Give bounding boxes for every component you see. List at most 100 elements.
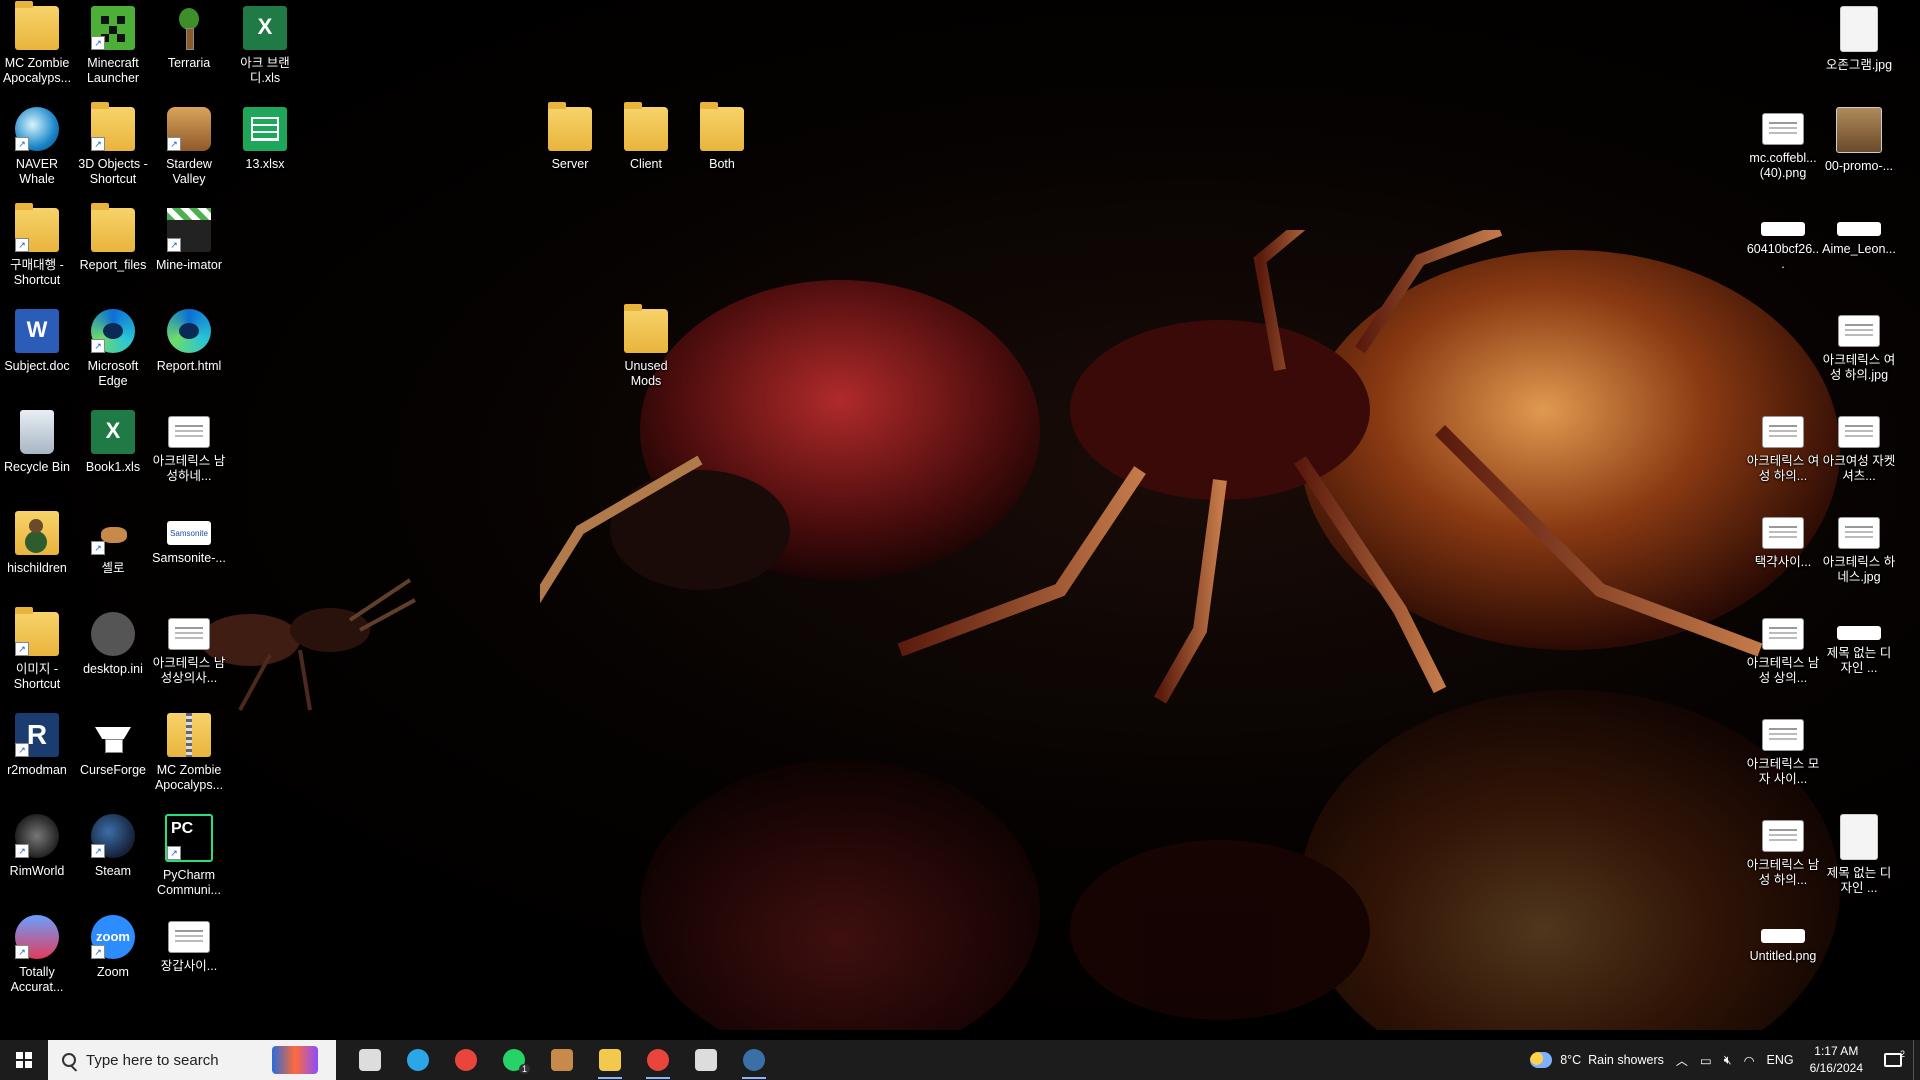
folder-icon	[624, 304, 668, 353]
desktop-icon[interactable]: CurseForge	[76, 707, 150, 803]
excel-file-icon	[243, 6, 287, 50]
taskbar-app-button[interactable]	[442, 1040, 490, 1080]
desktop-icon[interactable]: Mine-imator	[152, 202, 226, 298]
rain-showers-icon	[1530, 1052, 1553, 1068]
desktop-icon[interactable]: Microsoft Edge	[76, 303, 150, 399]
desktop-icon[interactable]: Totally Accurat...	[0, 909, 74, 1005]
desktop-icon[interactable]: 제목 없는 디자인 ...	[1822, 808, 1896, 904]
desktop[interactable]: MC Zombie Apocalyps... Minecraft Launcher…	[0, 0, 1920, 1040]
folder-icon	[15, 607, 59, 656]
desktop-icon[interactable]: 3D Objects - Shortcut	[76, 101, 150, 197]
wifi-icon[interactable]: ◠	[1738, 1053, 1761, 1068]
taskbar-app-button[interactable]	[586, 1040, 634, 1080]
desktop-icon[interactable]: Both	[685, 101, 759, 197]
steam-icon	[91, 814, 135, 858]
taskbar-app-button[interactable]	[538, 1040, 586, 1080]
stardew-valley-icon	[167, 107, 211, 151]
meet-now-icon[interactable]: ▭	[1694, 1053, 1718, 1068]
desktop-icon[interactable]: 오존그램.jpg	[1822, 0, 1896, 96]
desktop-icon[interactable]: 제목 없는 디자인 ...	[1822, 606, 1896, 702]
desktop-icon-label: 구매대행 - Shortcut	[10, 258, 64, 287]
steam-icon	[743, 1049, 765, 1071]
desktop-icon[interactable]: 아크테릭스 남성하네...	[152, 404, 226, 500]
desktop-icon[interactable]: 아크테릭스 남성 상의...	[1746, 606, 1820, 702]
desktop-icon-label: NAVER Whale	[15, 157, 59, 186]
desktop-icon[interactable]: 아크테릭스 남성상의사...	[152, 606, 226, 702]
desktop-icon[interactable]: 13.xlsx	[228, 101, 302, 197]
start-button[interactable]	[0, 1040, 48, 1080]
clock[interactable]: 1:17 AM 6/16/2024	[1800, 1043, 1873, 1077]
taskbar-app-button[interactable]	[394, 1040, 442, 1080]
desktop-icon[interactable]: Report_files	[76, 202, 150, 298]
desktop-icon[interactable]: 아크여성 자켓 셔츠...	[1822, 404, 1896, 500]
desktop-icon[interactable]: MC Zombie Apocalyps...	[0, 0, 74, 96]
desktop-icon[interactable]: r2modman	[0, 707, 74, 803]
desktop-icon-label: Aime_Leon...	[1822, 242, 1896, 256]
desktop-icon[interactable]: Report.html	[152, 303, 226, 399]
desktop-icon[interactable]: mc.coffebl... (40).png	[1746, 101, 1820, 197]
desktop-icon-label: hischildren	[7, 561, 67, 575]
taskbar-app-button[interactable]	[682, 1040, 730, 1080]
taskbar-app-button[interactable]	[634, 1040, 682, 1080]
desktop-icon[interactable]: Zoom	[76, 909, 150, 1005]
desktop-icon[interactable]: Minecraft Launcher	[76, 0, 150, 96]
windows-logo-icon	[16, 1052, 32, 1068]
desktop-icon[interactable]: 아크 브랜디.xls	[228, 0, 302, 96]
desktop-icon-label: Report.html	[156, 359, 222, 373]
clock-date: 6/16/2024	[1809, 1061, 1863, 1075]
desktop-icon-label: MC Zombie Apocalyps...	[154, 763, 224, 792]
desktop-icon[interactable]: Untitled.png	[1746, 909, 1820, 1005]
desktop-icon[interactable]: Terraria	[152, 0, 226, 96]
desktop-icon-label: Mine-imator	[156, 258, 222, 272]
weather-widget[interactable]: 8°C Rain showers	[1524, 1052, 1670, 1068]
desktop-icon[interactable]: MC Zombie Apocalyps...	[152, 707, 226, 803]
taskbar-app-button[interactable]	[730, 1040, 778, 1080]
desktop-icon[interactable]: Steam	[76, 808, 150, 904]
desktop-icon[interactable]: 아크테릭스 여성 하의.jpg	[1822, 303, 1896, 399]
notification-center-button[interactable]: 2	[1873, 1049, 1913, 1067]
desktop-icon[interactable]: 아크테릭스 모자 사이...	[1746, 707, 1820, 803]
desktop-icon[interactable]: RimWorld	[0, 808, 74, 904]
language-indicator[interactable]: ENG	[1761, 1053, 1800, 1067]
taskbar-app-button[interactable]: 1	[490, 1040, 538, 1080]
desktop-icon[interactable]: Client	[609, 101, 683, 197]
desktop-icon[interactable]: Recycle Bin	[0, 404, 74, 500]
desktop-icon[interactable]: Aime_Leon...	[1822, 202, 1896, 298]
desktop-icon[interactable]: 00-promo-...	[1822, 101, 1896, 197]
desktop-icon[interactable]: 60410bcf26...	[1746, 202, 1820, 298]
weather-desc: Rain showers	[1588, 1053, 1664, 1067]
desktop-icon-label: desktop.ini	[83, 662, 143, 676]
desktop-icon[interactable]: 구매대행 - Shortcut	[0, 202, 74, 298]
desktop-icon[interactable]: PyCharm Communi...	[152, 808, 226, 904]
desktop-icon-label: Zoom	[97, 965, 129, 979]
desktop-icon[interactable]: 아크테릭스 여성 하의...	[1746, 404, 1820, 500]
desktop-icon[interactable]: Book1.xls	[76, 404, 150, 500]
desktop-icon[interactable]: Server	[533, 101, 607, 197]
desktop-icon[interactable]: 셸로	[76, 505, 150, 601]
folder-icon	[91, 102, 135, 151]
desktop-icon[interactable]: NAVER Whale	[0, 101, 74, 197]
chevron-up-icon[interactable]: ︿	[1670, 1052, 1694, 1069]
desktop-icon[interactable]: Samsonite-...	[152, 505, 226, 601]
desktop-icon[interactable]: 이미지 - Shortcut	[0, 606, 74, 702]
chrome-icon	[455, 1049, 477, 1071]
desktop-icon[interactable]: 아크테릭스 남성 하의...	[1746, 808, 1820, 904]
image-file-icon	[1838, 517, 1880, 549]
volume-muted-icon[interactable]: 🔇︎	[1718, 1053, 1738, 1068]
desktop-icon-label: 오존그램.jpg	[1825, 58, 1893, 72]
desktop-icon[interactable]: 장갑사이...	[152, 909, 226, 1005]
image-file-icon	[168, 921, 210, 953]
show-desktop-button[interactable]	[1913, 1040, 1920, 1080]
desktop-icon[interactable]: Subject.doc	[0, 303, 74, 399]
desktop-icon[interactable]: 아크테릭스 하네스.jpg	[1822, 505, 1896, 601]
desktop-icon[interactable]: Stardew Valley	[152, 101, 226, 197]
desktop-icon[interactable]: 택갹사이...	[1746, 505, 1820, 601]
r2modman-icon	[15, 713, 59, 757]
taskbar-app-button[interactable]	[346, 1040, 394, 1080]
desktop-icon[interactable]: desktop.ini	[76, 606, 150, 702]
mine-imator-icon	[167, 208, 211, 252]
search-box[interactable]: Type here to search	[48, 1040, 336, 1080]
desktop-icon[interactable]: hischildren	[0, 505, 74, 601]
desktop-icon[interactable]: Unused Mods	[609, 303, 683, 399]
desktop-icon-label: RimWorld	[9, 864, 65, 878]
